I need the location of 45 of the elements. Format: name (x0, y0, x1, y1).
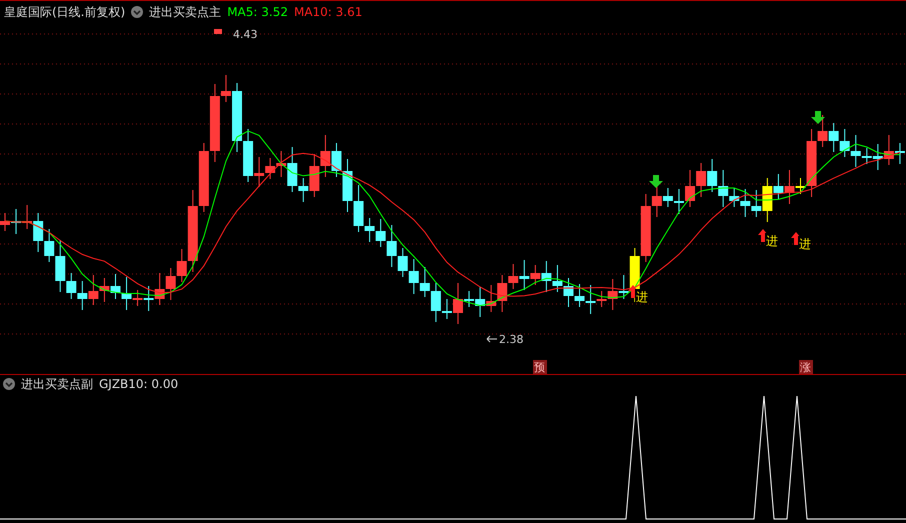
buy-signal-label: 进 (765, 233, 779, 248)
candlestick (154, 272, 165, 306)
up-arrow-icon (791, 232, 801, 245)
candlestick (894, 142, 905, 164)
candlestick (884, 134, 894, 166)
candlestick (166, 268, 176, 300)
indicator-name: 进出买卖点副 (21, 376, 93, 392)
candlestick (552, 264, 562, 292)
candlestick (320, 134, 330, 178)
candlestick (574, 284, 585, 308)
high-marker-icon (214, 29, 222, 34)
candlestick (564, 278, 574, 308)
ma-value: MA10: 3.61 (294, 5, 362, 19)
candlestick (198, 142, 209, 212)
buy-signal-label: 进 (635, 289, 649, 304)
candlestick (11, 208, 22, 234)
candlestick (110, 274, 120, 300)
candlestick (88, 274, 98, 306)
signal-badge: 预 (533, 360, 547, 374)
candlestick (265, 158, 276, 180)
dropdown-icon[interactable] (3, 378, 15, 390)
candlestick (828, 122, 839, 152)
ma-value: MA5: 3.52 (227, 5, 288, 19)
candlestick (77, 280, 88, 310)
up-arrow-icon (628, 285, 638, 298)
low-price-label: 2.38 (499, 333, 524, 346)
candlestick (696, 162, 706, 198)
candlestick (420, 266, 430, 298)
high-price-label: 4.43 (233, 28, 258, 41)
dropdown-icon[interactable] (131, 6, 144, 18)
up-arrow-icon (758, 229, 768, 242)
candlestick (408, 258, 419, 294)
buy-signal-label: 进 (798, 236, 812, 251)
signal-badge: 涨 (799, 360, 813, 374)
arrow-icon (486, 336, 498, 342)
indicator-name: 进出买卖点主 (149, 4, 222, 20)
candlestick (0, 212, 10, 232)
candlestick (99, 278, 110, 302)
chart-title: 皇庭国际(日线.前复权) (4, 4, 126, 20)
down-arrow-icon (649, 175, 663, 188)
candlestick (486, 284, 496, 312)
candlestick (840, 128, 850, 158)
indicator-reading: GJZB10: 0.00 (99, 377, 178, 391)
down-arrow-icon (811, 111, 825, 124)
candlestick (707, 158, 718, 192)
